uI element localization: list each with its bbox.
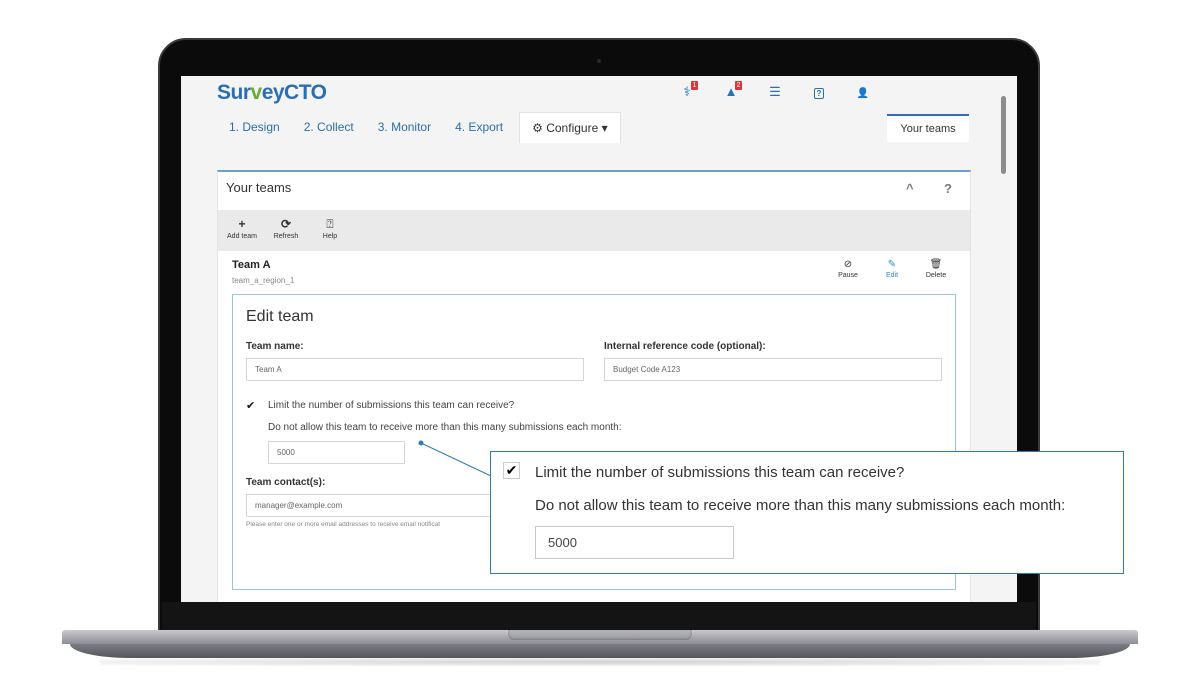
help-icon: ⍰ xyxy=(326,217,334,231)
diagnostics-icon[interactable]: ⚕ 1 xyxy=(665,81,709,102)
limit-checkbox[interactable]: ✔ xyxy=(246,399,255,412)
add-team-button[interactable]: + Add team xyxy=(220,210,264,251)
limit-input[interactable] xyxy=(268,441,405,464)
team-name-input[interactable] xyxy=(246,358,584,381)
plus-icon: + xyxy=(238,217,246,231)
edit-team-title: Edit team xyxy=(246,308,314,325)
camera-dot xyxy=(597,59,601,63)
team-contacts-label: Team contact(s): xyxy=(246,477,326,488)
laptop-mockup: SurveyCTO ⚕ 1 ▲ 2 ☰ ? 👤 1. Design 2. Col… xyxy=(0,0,1200,675)
laptop-shadow xyxy=(100,658,1100,666)
zoom-callout: ✔ Limit the number of submissions this t… xyxy=(490,451,1124,574)
laptop-base-lower xyxy=(70,644,1130,658)
server-list-icon[interactable]: ☰ xyxy=(753,84,797,102)
callout-limit-description: Do not allow this team to receive more t… xyxy=(535,497,1066,514)
trash-icon: 🗑 xyxy=(929,259,943,270)
team-id: team_a_region_1 xyxy=(232,276,295,285)
panel-help-icon[interactable]: ? xyxy=(944,181,952,196)
laptop-bezel xyxy=(162,602,1036,630)
team-name-label: Team name: xyxy=(246,341,304,352)
diagnostics-badge: 1 xyxy=(691,81,698,90)
main-nav: 1. Design 2. Collect 3. Monitor 4. Expor… xyxy=(217,112,621,143)
scrollbar[interactable] xyxy=(1001,96,1006,174)
tab-configure[interactable]: ⚙ Configure ▾ xyxy=(519,112,621,143)
limit-description: Do not allow this team to receive more t… xyxy=(268,422,622,433)
surveycto-logo[interactable]: SurveyCTO xyxy=(217,81,327,105)
top-icon-bar: ⚕ 1 ▲ 2 ☰ ? 👤 xyxy=(665,81,885,102)
pause-button[interactable]: ⊘ Pause xyxy=(826,258,870,279)
ref-code-label: Internal reference code (optional): xyxy=(604,341,766,352)
tab-collect[interactable]: 2. Collect xyxy=(292,112,366,143)
tab-export[interactable]: 4. Export xyxy=(443,112,515,143)
limit-label: Limit the number of submissions this tea… xyxy=(268,400,515,411)
tab-monitor[interactable]: 3. Monitor xyxy=(366,112,443,143)
ref-code-input[interactable] xyxy=(604,358,942,381)
contacts-help-text: Please enter one or more email addresses… xyxy=(246,521,441,528)
user-icon[interactable]: 👤 xyxy=(841,84,885,102)
subtab-your-teams[interactable]: Your teams xyxy=(887,114,969,142)
edit-button[interactable]: ✎ Edit xyxy=(870,258,914,279)
callout-limit-input[interactable]: 5000 xyxy=(535,526,734,559)
laptop-hinge-notch xyxy=(508,630,692,640)
teams-toolbar: + Add team ⟳ Refresh ⍰ Help xyxy=(218,210,970,251)
edit-icon: ✎ xyxy=(887,259,897,270)
warning-icon[interactable]: ▲ 2 xyxy=(709,81,753,102)
delete-button[interactable]: 🗑 Delete xyxy=(914,258,958,279)
tab-design[interactable]: 1. Design xyxy=(217,112,292,143)
help-icon[interactable]: ? xyxy=(797,84,841,102)
help-button[interactable]: ⍰ Help xyxy=(308,210,352,251)
team-name: Team A xyxy=(232,259,271,271)
panel-title: Your teams xyxy=(226,180,292,195)
warning-badge: 2 xyxy=(735,81,742,90)
refresh-icon: ⟳ xyxy=(280,217,292,231)
pause-icon: ⊘ xyxy=(843,259,853,270)
callout-limit-label: Limit the number of submissions this tea… xyxy=(535,464,905,481)
callout-limit-checkbox[interactable]: ✔ xyxy=(503,462,520,479)
collapse-icon[interactable]: ^ xyxy=(906,181,914,196)
team-actions: ⊘ Pause ✎ Edit 🗑 Delete xyxy=(826,258,958,279)
refresh-button[interactable]: ⟳ Refresh xyxy=(264,210,308,251)
